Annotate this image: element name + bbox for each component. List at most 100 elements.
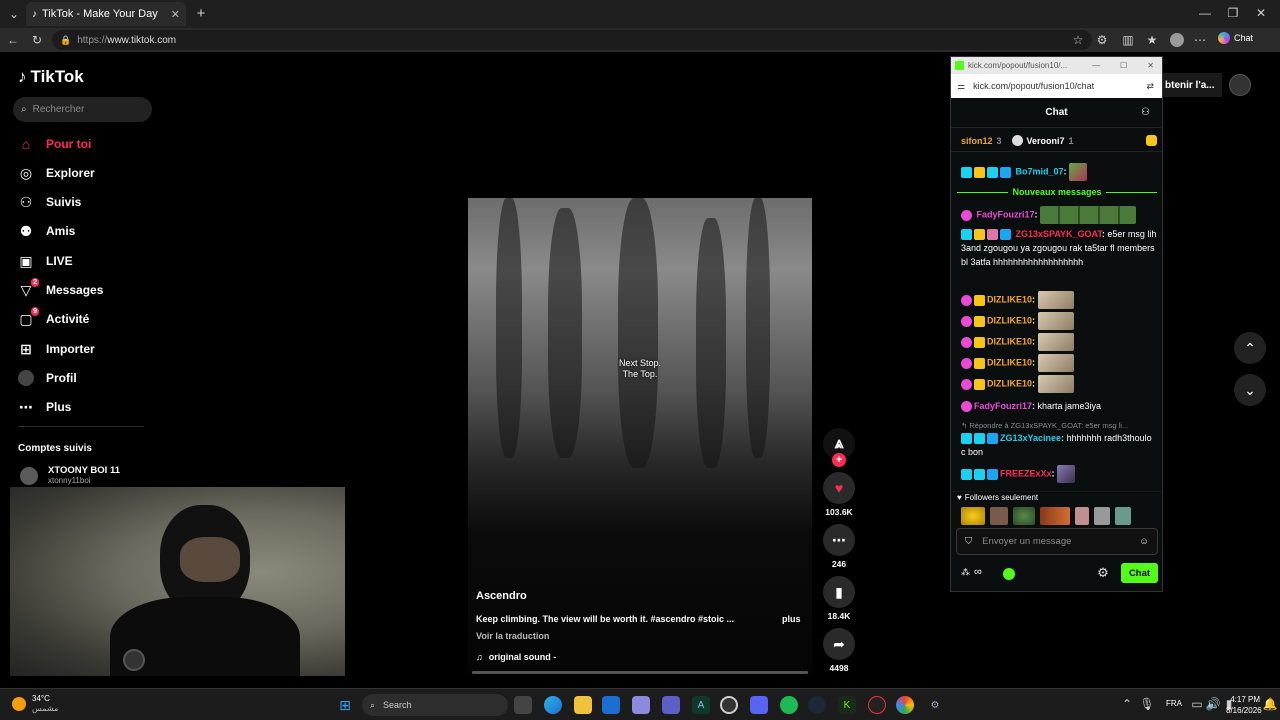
share-action[interactable]: ➦ 4498 — [822, 628, 856, 673]
chat-username[interactable]: ZG13xYacinee — [1000, 433, 1061, 443]
chat-username[interactable]: FREEZExXx — [1000, 468, 1052, 478]
emote-button[interactable] — [990, 507, 1008, 525]
chrome-icon[interactable] — [896, 696, 914, 714]
file-explorer-icon[interactable] — [574, 696, 592, 714]
teams-icon[interactable] — [662, 696, 680, 714]
microphone-icon[interactable]: 🎙 — [1139, 697, 1154, 711]
nav-item-activite[interactable]: ▢ 9 Activité — [18, 307, 89, 327]
obs-icon[interactable] — [720, 696, 738, 714]
chat-message[interactable]: DIZLIKE10: — [961, 291, 1157, 309]
discord-icon[interactable] — [750, 696, 768, 714]
back-icon[interactable]: ← — [4, 31, 22, 49]
heart-icon[interactable]: ♥ — [823, 472, 855, 504]
chat-username[interactable]: FadyFouzri17 — [977, 209, 1035, 219]
record-app-icon[interactable] — [868, 696, 886, 714]
popout-minimize-icon[interactable]: — — [1092, 61, 1100, 70]
send-chat-button[interactable]: Chat — [1121, 563, 1158, 583]
get-app-button[interactable]: btenir l'a... — [1162, 73, 1222, 97]
caption-more-button[interactable]: plus — [782, 614, 801, 624]
chat-message[interactable]: FadyFouzri17: kharta jame3iya — [961, 399, 1157, 413]
nav-item-profil[interactable]: Profil — [18, 370, 77, 386]
popout-url-bar[interactable]: ⚌ kick.com/popout/fusion10/chat ⇄ — [951, 74, 1162, 98]
spotify-icon[interactable] — [780, 696, 798, 714]
windows-start-icon[interactable]: ⊞ — [336, 696, 354, 714]
tiktok-logo[interactable]: ♪ TikTok — [18, 67, 84, 87]
emote-button[interactable] — [1115, 507, 1131, 525]
chat-message[interactable]: ZG13xSPAYK_GOAT: e5er msg lih 3and zgoug… — [961, 227, 1157, 269]
tray-chevron-up-icon[interactable]: ⌃ — [1120, 697, 1134, 711]
nav-item-messages[interactable]: ▽ 2 Messages — [18, 278, 103, 298]
chat-username[interactable]: DIZLIKE10 — [987, 294, 1032, 304]
split-screen-icon[interactable]: ▥ — [1120, 31, 1136, 49]
nav-item-pour-toi[interactable]: ⌂ Pour toi — [18, 136, 92, 152]
popout-close-icon[interactable]: ✕ — [1147, 61, 1154, 70]
extensions-icon[interactable]: ⚙ — [1094, 31, 1110, 49]
video-progress-bar[interactable] — [472, 671, 808, 674]
photos-icon[interactable] — [632, 696, 650, 714]
followed-account[interactable]: XTOONY BOI 11 xtonny11boi — [20, 466, 120, 486]
popout-maximize-icon[interactable]: ☐ — [1120, 61, 1127, 70]
emote-bar[interactable] — [961, 507, 1157, 525]
users-icon[interactable]: ⚇ — [1141, 107, 1150, 118]
chat-username[interactable]: DIZLIKE10 — [987, 336, 1032, 346]
next-video-chevron-down-icon[interactable]: ⌄ — [1234, 374, 1266, 406]
emote-button[interactable] — [961, 507, 985, 525]
nav-item-amis[interactable]: ⚉ Amis — [18, 223, 76, 239]
reload-icon[interactable]: ↻ — [28, 31, 46, 49]
nav-item-suivis[interactable]: ⚇ Suivis — [18, 194, 82, 210]
url-field[interactable]: 🔒 https:// www.tiktok.com — [52, 30, 1092, 50]
volume-icon[interactable]: 🔊 — [1206, 697, 1221, 711]
points-indicator[interactable]: ⁂ ∞ — [961, 566, 982, 578]
follow-plus-icon[interactable]: + — [832, 453, 846, 467]
chat-username[interactable]: ZG13xSPAYK_GOAT — [1016, 229, 1102, 239]
nav-item-importer[interactable]: ⊞ Importer — [18, 341, 95, 357]
nav-item-plus[interactable]: ⋯ Plus — [18, 399, 71, 415]
chat-username[interactable]: DIZLIKE10 — [987, 315, 1032, 325]
outlook-icon[interactable] — [602, 696, 620, 714]
comment-icon[interactable]: ⋯ — [823, 524, 855, 556]
close-window-icon[interactable]: ✕ — [1252, 4, 1270, 22]
message-input[interactable]: ⛉ Envoyer un message ☺ — [956, 528, 1158, 555]
chat-username[interactable]: DIZLIKE10 — [987, 357, 1032, 367]
comment-action[interactable]: ⋯ 246 — [822, 524, 856, 569]
task-view-icon[interactable] — [514, 696, 532, 714]
steam-icon[interactable] — [808, 696, 826, 714]
kick-logo-icon[interactable] — [1003, 568, 1015, 580]
kick-app-icon[interactable]: K — [838, 696, 856, 714]
taskbar-search[interactable]: ⌕ Search — [362, 694, 508, 716]
app-icon[interactable]: A — [692, 696, 710, 714]
close-tab-icon[interactable]: ✕ — [171, 8, 180, 21]
emote-button[interactable] — [1075, 507, 1089, 525]
weather-widget[interactable]: 34°C مشمس — [12, 694, 58, 714]
settings-gear-icon[interactable]: ⚙ — [1095, 565, 1111, 581]
chat-message[interactable]: DIZLIKE10: — [961, 354, 1157, 372]
tab-list-icon[interactable]: ⌄ — [6, 6, 22, 22]
emote-button[interactable] — [1094, 507, 1110, 525]
bookmark-icon[interactable]: ▮ — [823, 576, 855, 608]
nav-item-explorer[interactable]: ◎ Explorer — [18, 165, 95, 181]
save-action[interactable]: ▮ 18.4K — [822, 576, 856, 621]
notifications-icon[interactable]: 🔔 — [1263, 697, 1278, 711]
sound-link[interactable]: ♫ original sound - — [476, 652, 556, 662]
nav-item-live[interactable]: ▣ LIVE — [18, 253, 72, 269]
profile-avatar[interactable] — [1170, 33, 1184, 47]
clock[interactable]: 4:17 PM 8/16/2026 — [1226, 694, 1262, 716]
copilot-chat-button[interactable]: Chat — [1218, 32, 1253, 44]
favorites-icon[interactable]: ★ — [1144, 31, 1160, 49]
emoji-icon[interactable]: ☺ — [1139, 536, 1149, 547]
chat-message[interactable]: DIZLIKE10: — [961, 312, 1157, 330]
favorite-star-icon[interactable]: ☆ — [1070, 31, 1086, 49]
avatar[interactable] — [1229, 74, 1251, 96]
video-author[interactable]: Ascendro — [476, 590, 527, 602]
translate-link[interactable]: Voir la traduction — [476, 631, 549, 641]
minimize-icon[interactable]: — — [1196, 4, 1214, 22]
share-icon[interactable]: ➦ — [823, 628, 855, 660]
translate-icon[interactable]: ⇄ — [1146, 81, 1154, 92]
creator-follow[interactable]: ⩓ + — [822, 428, 856, 467]
emote-button[interactable] — [1040, 507, 1070, 525]
browser-tab[interactable]: ♪ TikTok - Make Your Day ✕ — [26, 2, 186, 26]
chat-message[interactable]: DIZLIKE10: — [961, 375, 1157, 393]
more-menu-icon[interactable]: ⋯ — [1192, 31, 1208, 49]
settings-icon[interactable]: ⚙ — [926, 696, 944, 714]
like-action[interactable]: ♥ 103.6K — [822, 472, 856, 517]
